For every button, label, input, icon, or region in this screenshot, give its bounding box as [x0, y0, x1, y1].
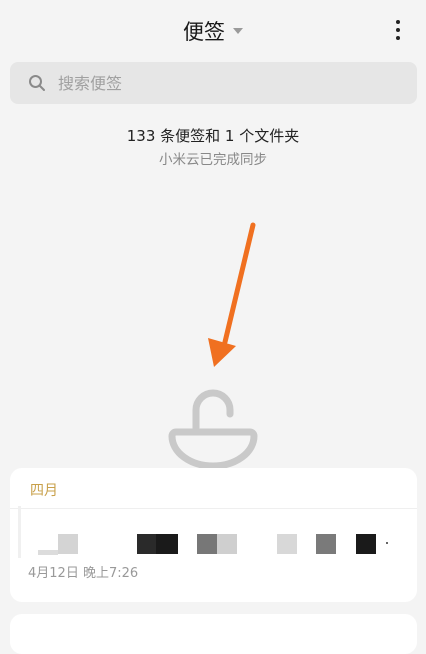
lock-icon[interactable] — [168, 388, 258, 468]
note-timestamp: 4月12日 晚上7:26 — [28, 566, 139, 581]
notes-group-card: 四月 4月12日 晚上7:26 — [10, 468, 417, 602]
notes-group-card-next — [10, 614, 417, 654]
blurred-note-preview — [18, 506, 388, 558]
arrow-pointer — [208, 222, 256, 367]
